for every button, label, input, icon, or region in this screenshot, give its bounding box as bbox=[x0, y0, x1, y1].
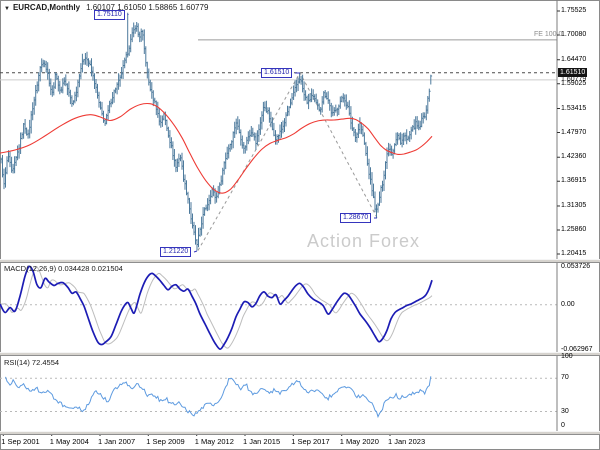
date-axis-label: 1 Sep 2001 bbox=[1, 437, 40, 446]
macd-axis-label: 0.00 bbox=[561, 300, 575, 308]
date-axis-label: 1 Jan 2023 bbox=[388, 437, 426, 446]
rsi-indicator-label: RSI(14) 72.4554 bbox=[4, 358, 60, 367]
date-axis-label: 1 May 2020 bbox=[339, 437, 379, 446]
date-axis-label: 1 May 2012 bbox=[194, 437, 234, 446]
price-axis-label: 1.47970 bbox=[561, 128, 587, 136]
price-axis-label: 1.64470 bbox=[561, 55, 587, 63]
price-axis-label: 1.75525 bbox=[561, 7, 587, 14]
price-axis-label: 1.25860 bbox=[561, 226, 587, 233]
price-callout-label: 1.75110 bbox=[94, 10, 125, 20]
highlighted-price-axis-label: 1.61510 bbox=[558, 67, 588, 77]
rsi-axis-label: 100 bbox=[561, 353, 573, 360]
macd-axis-label: -0.062967 bbox=[561, 345, 593, 353]
pane-splitter-macd[interactable] bbox=[0, 259, 600, 263]
watermark: Action Forex bbox=[307, 231, 421, 251]
price-callout-label: 1.28670 bbox=[340, 213, 372, 223]
date-axis-label: 1 May 2004 bbox=[49, 437, 89, 446]
macd-indicator-label: MACD(12,26,9) 0.034428 0.021504 bbox=[4, 264, 123, 273]
price-axis-label: 1.70080 bbox=[561, 31, 587, 38]
pane-splitter-rsi[interactable] bbox=[0, 352, 600, 356]
date-axis-label: 1 Jan 2007 bbox=[98, 437, 136, 446]
price-axis-label: 1.42360 bbox=[561, 153, 587, 161]
macd-axis-label: 0.053726 bbox=[561, 262, 591, 270]
price-callout-label: 1.61510 bbox=[261, 68, 293, 78]
chart-canvas[interactable] bbox=[0, 0, 600, 450]
price-axis-label: 1.20415 bbox=[561, 250, 587, 257]
price-axis-label: 1.31305 bbox=[561, 202, 587, 209]
symbol-dropdown-icon[interactable]: ▼ bbox=[4, 6, 10, 12]
price-axis-label: 1.53415 bbox=[561, 104, 587, 112]
date-axis-label: 1 Sep 2017 bbox=[291, 437, 330, 446]
chart-window: Action Forex ▼ EURCAD,Monthly 1.60107 1.61… bbox=[0, 0, 600, 450]
fibonacci-expansion-label: FE 100.0 bbox=[534, 30, 563, 38]
rsi-axis-label: 70 bbox=[561, 374, 569, 382]
rsi-axis-label: 0 bbox=[561, 422, 565, 429]
pane-splitter-dates[interactable] bbox=[0, 431, 600, 435]
date-axis-label: 1 Jan 2015 bbox=[243, 437, 281, 446]
date-axis-label: 1 Sep 2009 bbox=[146, 437, 185, 446]
price-callout-label: 1.21220 bbox=[160, 247, 192, 257]
rsi-axis-label: 30 bbox=[561, 407, 569, 415]
symbol-timeframe-label: EURCAD,Monthly bbox=[12, 3, 81, 12]
current-price-axis-label: 1.60779 bbox=[561, 76, 587, 83]
price-axis-label: 1.36915 bbox=[561, 177, 587, 185]
